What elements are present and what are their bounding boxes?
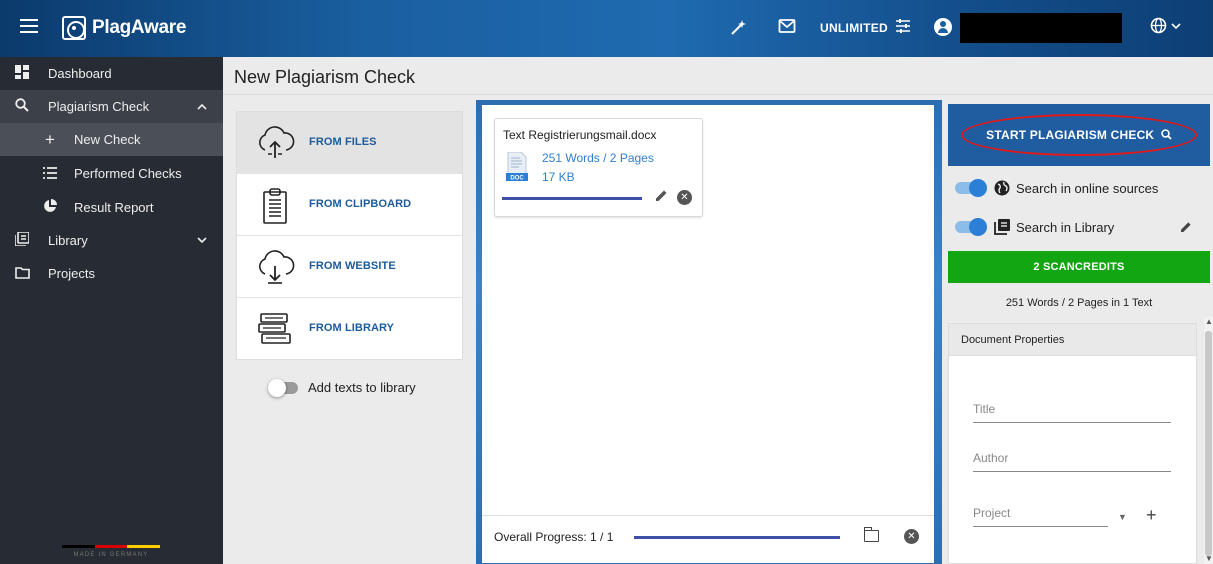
chevron-down-icon bbox=[197, 235, 207, 247]
cloud-upload-icon bbox=[259, 126, 295, 158]
folder-icon bbox=[14, 266, 30, 282]
source-from-files[interactable]: FROM FILES bbox=[237, 112, 462, 174]
dashboard-icon bbox=[14, 65, 30, 82]
document-properties-panel: Document Properties bbox=[948, 323, 1197, 564]
search-library-toggle-row[interactable]: Search in Library bbox=[955, 218, 1115, 236]
logo-icon bbox=[62, 16, 86, 40]
project-select[interactable]: Project bbox=[973, 506, 1108, 527]
search-online-toggle-row[interactable]: Search in online sources bbox=[955, 179, 1159, 197]
scancredits-button[interactable]: 2 SCANCREDITS bbox=[948, 251, 1210, 283]
source-label: FROM LIBRARY bbox=[309, 322, 395, 334]
magic-wand-icon[interactable] bbox=[730, 18, 748, 41]
plus-icon: + bbox=[45, 129, 55, 149]
highlight-oval bbox=[961, 114, 1197, 156]
sidebar-item-label: Result Report bbox=[74, 200, 154, 215]
overall-progress-label: Overall Progress: 1 / 1 bbox=[494, 530, 614, 544]
toggle-switch[interactable] bbox=[268, 378, 298, 397]
pencil-icon[interactable] bbox=[1180, 221, 1192, 236]
document-properties-title: Document Properties bbox=[961, 334, 1065, 346]
add-to-library-label: Add texts to library bbox=[308, 380, 416, 395]
sidebar-item-performed-checks[interactable]: Performed Checks bbox=[0, 157, 223, 190]
made-in-germany-badge: MADE IN GERMANY bbox=[62, 545, 161, 558]
pie-chart-icon bbox=[42, 199, 58, 216]
sidebar-item-dashboard[interactable]: Dashboard bbox=[0, 57, 223, 90]
globe-icon bbox=[994, 180, 1010, 196]
start-plagiarism-check-button[interactable]: START PLAGIARISM CHECK bbox=[948, 104, 1210, 166]
sidebar-item-label: Projects bbox=[48, 266, 95, 281]
books-icon bbox=[258, 313, 291, 344]
source-from-website[interactable]: FROM WEBSITE bbox=[237, 236, 462, 298]
german-flag bbox=[62, 545, 161, 548]
document-properties-header: Document Properties bbox=[949, 324, 1196, 356]
folder-icon[interactable] bbox=[864, 527, 879, 542]
file-size: 17 KB bbox=[542, 170, 575, 184]
words-summary: 251 Words / 2 Pages in 1 Text bbox=[1005, 297, 1153, 309]
list-icon bbox=[42, 166, 58, 182]
author-field[interactable]: Author bbox=[973, 451, 1171, 472]
sidebar-item-result-report[interactable]: Result Report bbox=[0, 191, 223, 224]
user-name-redacted[interactable] bbox=[960, 13, 1122, 43]
mail-icon[interactable] bbox=[778, 18, 796, 39]
sidebar-item-label: Dashboard bbox=[48, 66, 112, 81]
scroll-up-icon[interactable]: ▲ bbox=[1205, 317, 1213, 326]
sidebar-item-new-check[interactable]: + New Check bbox=[0, 123, 223, 156]
toggle-switch[interactable] bbox=[955, 218, 987, 236]
clipboard-icon bbox=[263, 188, 287, 224]
footer-divider bbox=[482, 515, 934, 516]
page-title: New Plagiarism Check bbox=[234, 67, 416, 87]
cloud-download-icon bbox=[259, 250, 295, 284]
chevron-up-icon bbox=[197, 101, 207, 113]
file-progress-bar bbox=[502, 197, 642, 200]
sidebar-item-projects[interactable]: Projects bbox=[0, 257, 223, 290]
doc-file-icon: DOC bbox=[506, 152, 528, 182]
search-library-label: Search in Library bbox=[1016, 219, 1115, 235]
toggle-switch[interactable] bbox=[955, 179, 987, 197]
scroll-down-icon[interactable]: ▼ bbox=[1205, 554, 1213, 563]
chevron-down-icon bbox=[1171, 22, 1181, 29]
scrollbar-thumb[interactable] bbox=[1205, 331, 1212, 556]
source-panel: FROM FILES FROM CLIPBOARD FROM WEBSITE F… bbox=[236, 111, 463, 360]
file-words-pages: 251 Words / 2 Pages bbox=[542, 151, 654, 165]
language-selector[interactable] bbox=[1150, 17, 1181, 34]
sliders-icon[interactable] bbox=[895, 18, 911, 39]
app-logo[interactable]: PlagAware bbox=[62, 16, 186, 40]
overall-progress-bar bbox=[634, 536, 840, 539]
library-icon bbox=[14, 231, 30, 249]
sidebar-item-library[interactable]: Library bbox=[0, 224, 223, 257]
sidebar-item-plagiarism-check[interactable]: Plagiarism Check bbox=[0, 90, 223, 123]
top-bar: PlagAware UNLIMITED bbox=[0, 0, 1213, 57]
clear-all-icon[interactable]: ✕ bbox=[904, 529, 919, 544]
sidebar-item-label: Plagiarism Check bbox=[48, 99, 150, 114]
menu-icon[interactable] bbox=[20, 19, 38, 37]
unlimited-badge[interactable]: UNLIMITED bbox=[820, 21, 888, 35]
source-label: FROM CLIPBOARD bbox=[309, 198, 412, 210]
source-label: FROM FILES bbox=[309, 136, 377, 148]
user-icon[interactable] bbox=[934, 18, 952, 36]
source-from-library[interactable]: FROM LIBRARY bbox=[237, 298, 462, 360]
search-icon bbox=[14, 98, 30, 115]
file-card[interactable]: Text Registrierungsmail.docx DOC 251 Wor… bbox=[494, 118, 703, 217]
remove-file-icon[interactable]: ✕ bbox=[677, 190, 692, 205]
made-in-label: MADE IN GERMANY bbox=[73, 552, 149, 558]
library-icon bbox=[994, 219, 1010, 235]
sidebar-item-label: Library bbox=[48, 233, 88, 248]
file-name: Text Registrierungsmail.docx bbox=[503, 128, 657, 142]
add-project-icon[interactable]: + bbox=[1146, 505, 1157, 526]
source-label: FROM WEBSITE bbox=[309, 260, 396, 272]
add-to-library-toggle[interactable]: Add texts to library bbox=[268, 378, 416, 397]
sidebar: Dashboard Plagiarism Check + New Check P… bbox=[0, 57, 223, 564]
globe-icon bbox=[1150, 17, 1167, 34]
pencil-icon[interactable] bbox=[655, 189, 668, 205]
source-from-clipboard[interactable]: FROM CLIPBOARD bbox=[237, 174, 462, 236]
header-divider bbox=[223, 94, 1213, 95]
caret-down-icon[interactable]: ▼ bbox=[1118, 512, 1127, 522]
app-name: PlagAware bbox=[92, 17, 187, 38]
doc-badge: DOC bbox=[510, 176, 524, 182]
search-online-label: Search in online sources bbox=[1016, 180, 1159, 196]
title-field[interactable]: Title bbox=[973, 402, 1171, 423]
sidebar-item-label: Performed Checks bbox=[74, 166, 182, 181]
sidebar-item-label: New Check bbox=[74, 132, 141, 147]
